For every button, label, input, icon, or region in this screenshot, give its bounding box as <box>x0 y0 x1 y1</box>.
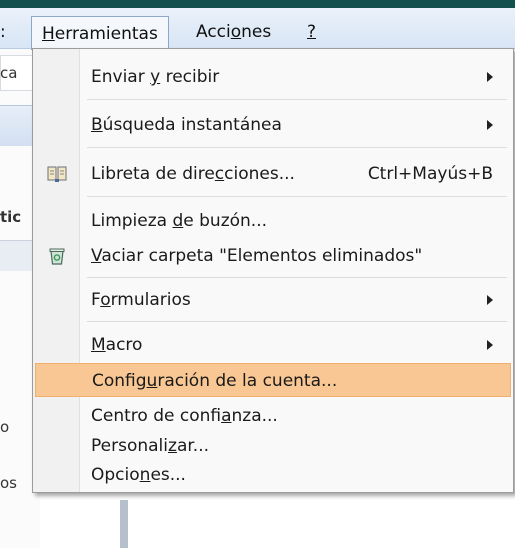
menubar-item-previous[interactable]: : <box>0 22 6 42</box>
menu-item-label: Centro de confianza... <box>91 406 278 426</box>
recycle-bin-icon <box>49 248 65 265</box>
menu-separator <box>87 321 507 322</box>
menu-item-busqueda-instantanea[interactable]: Búsqueda instantánea <box>35 108 511 142</box>
menu-item-configuracion-cuenta[interactable]: Configuración de la cuenta... <box>35 363 511 397</box>
background-heading-fragment: tic <box>0 208 22 226</box>
menubar-item-acciones[interactable]: Acciones <box>196 22 271 42</box>
menu-item-label: Opciones... <box>91 465 186 485</box>
background-search-fragment: ca <box>0 64 18 82</box>
menu-item-label: Formularios <box>91 290 191 310</box>
menu-item-label: Libreta de direcciones... <box>91 164 295 184</box>
menu-item-centro-confianza[interactable]: Centro de confianza... <box>35 399 511 433</box>
submenu-arrow-icon <box>487 72 493 82</box>
menu-bar: : Herramientas Acciones ? <box>0 8 515 50</box>
menu-separator <box>87 99 507 100</box>
menu-item-label: Enviar y recibir <box>91 67 220 87</box>
background-row-fragment: o <box>0 418 10 436</box>
menu-item-label: Macro <box>91 335 143 355</box>
menu-item-label: Limpieza de buzón... <box>91 211 268 231</box>
submenu-arrow-icon <box>487 120 493 130</box>
menu-item-shortcut: Ctrl+Mayús+B <box>367 164 493 184</box>
menubar-label: Acci <box>196 22 231 42</box>
menubar-item-herramientas[interactable]: Herramientas <box>31 16 169 50</box>
herramientas-dropdown-menu: Enviar y recibir Búsqueda instantánea Li… <box>32 48 514 493</box>
menubar-item-help[interactable]: ? <box>307 22 316 42</box>
menu-item-label: Búsqueda instantánea <box>91 115 282 135</box>
menubar-label: nes <box>241 22 272 42</box>
menu-item-opciones[interactable]: Opciones... <box>35 458 511 492</box>
menu-separator <box>87 277 507 278</box>
submenu-arrow-icon <box>487 340 493 350</box>
menu-item-formularios[interactable]: Formularios <box>35 283 511 317</box>
mnemonic: H <box>42 24 55 44</box>
window-top-strip <box>0 0 515 8</box>
address-book-icon <box>47 166 67 182</box>
menu-item-libreta-direcciones[interactable]: Libreta de direcciones... Ctrl+Mayús+B <box>35 157 511 191</box>
background-scroll-bar <box>120 500 128 548</box>
menubar-label: erramientas <box>54 24 158 44</box>
menu-separator <box>87 147 507 148</box>
menu-item-macro[interactable]: Macro <box>35 328 511 362</box>
submenu-arrow-icon <box>487 295 493 305</box>
menu-item-limpieza-buzon[interactable]: Limpieza de buzón... <box>35 204 511 238</box>
menu-item-label: Configuración de la cuenta... <box>92 371 338 391</box>
menu-item-vaciar-carpeta[interactable]: Vaciar carpeta "Elementos eliminados" <box>35 239 511 273</box>
menu-separator <box>87 196 507 197</box>
menu-item-label: Vaciar carpeta "Elementos eliminados" <box>91 246 423 266</box>
menu-item-enviar-recibir[interactable]: Enviar y recibir <box>35 60 511 94</box>
background-row-fragment: os <box>0 474 17 492</box>
mnemonic: o <box>230 22 242 42</box>
